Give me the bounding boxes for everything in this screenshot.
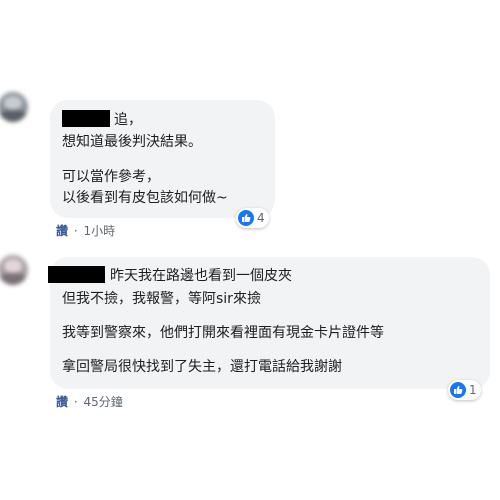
comment-text-line: 拿回警局很快找到了失主，還打電話給我謝謝 — [62, 359, 342, 375]
thumbs-up-icon — [450, 382, 466, 398]
comment-text-line: 我等到警察來，他們打開來看裡面有現金卡片證件等 — [62, 325, 384, 341]
separator-dot: · — [73, 395, 78, 409]
redacted-author-name[interactable] — [62, 110, 110, 127]
comment-text-line: 但我不撿，我報警，等阿sir來撿 — [62, 291, 261, 307]
reaction-count-badge[interactable]: 1 — [448, 380, 481, 400]
comment-text-line: 可以當作參考， — [62, 169, 160, 185]
reaction-count: 1 — [469, 383, 477, 397]
avatar[interactable] — [0, 92, 28, 122]
avatar[interactable] — [0, 255, 28, 285]
comment-actions: 讚 · 45分鐘 — [56, 393, 123, 410]
timestamp[interactable]: 45分鐘 — [84, 395, 123, 409]
like-link[interactable]: 讚 — [56, 224, 68, 238]
comment-text-line: 以後看到有皮包該如何做~ — [62, 190, 228, 206]
comment-text-line: 想知道最後判決結果。 — [62, 134, 202, 150]
like-link[interactable]: 讚 — [56, 395, 68, 409]
reaction-count-badge[interactable]: 4 — [236, 208, 269, 228]
redacted-author-name[interactable] — [48, 266, 105, 283]
comment-actions: 讚 · 1小時 — [56, 222, 115, 239]
comment-text-line: 昨天我在路邊也看到一個皮夾 — [110, 268, 292, 284]
reaction-count: 4 — [257, 211, 265, 225]
separator-dot: · — [73, 224, 78, 238]
thumbs-up-icon — [238, 210, 254, 226]
comment-text-line: 追， — [114, 112, 142, 128]
timestamp[interactable]: 1小時 — [84, 224, 116, 238]
